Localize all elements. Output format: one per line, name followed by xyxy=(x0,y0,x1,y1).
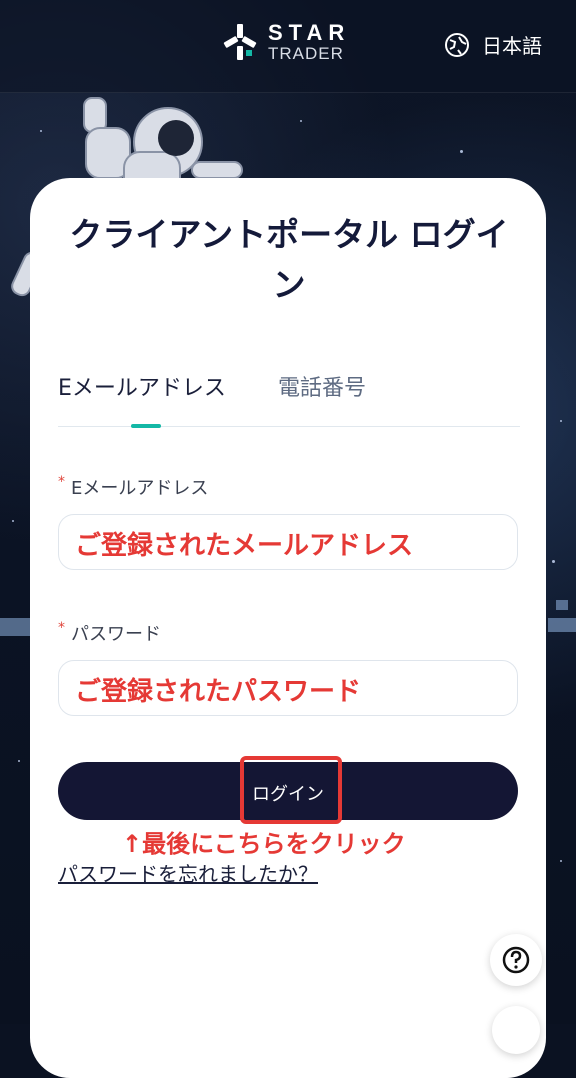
active-tab-indicator xyxy=(131,424,161,428)
password-field-label: * パスワード xyxy=(58,620,161,646)
brand-name-line2: TRADER xyxy=(268,44,344,63)
star xyxy=(300,120,302,122)
pixel-decoration xyxy=(0,618,30,636)
star xyxy=(18,760,20,762)
star xyxy=(460,150,463,153)
question-icon xyxy=(502,946,530,974)
logo-mark-icon xyxy=(223,24,257,60)
tab-phone[interactable]: 電話番号 xyxy=(278,370,366,402)
globe-icon xyxy=(445,32,469,57)
password-field[interactable]: ご登録されたパスワード xyxy=(58,660,518,716)
pixel-decoration xyxy=(548,618,576,632)
login-method-tabs: Eメールアドレス 電話番号 xyxy=(58,370,520,428)
brand-name-line1: STAR xyxy=(268,20,351,45)
required-mark: * xyxy=(58,620,65,636)
email-field-value: ご登録されたメールアドレス xyxy=(75,531,414,561)
password-label-text: パスワード xyxy=(71,624,161,645)
pixel-decoration xyxy=(556,600,568,610)
email-field[interactable]: ご登録されたメールアドレス xyxy=(58,514,518,570)
secondary-floating-button[interactable] xyxy=(492,1006,540,1054)
required-mark: * xyxy=(58,474,65,490)
star xyxy=(12,520,14,522)
page-title: クライアントポータル ログイン xyxy=(69,215,509,304)
login-card: クライアントポータル ログイン Eメールアドレス 電話番号 * Eメールアドレス … xyxy=(30,178,546,1078)
email-label-text: Eメールアドレス xyxy=(71,478,209,499)
star xyxy=(552,560,555,563)
highlight-box xyxy=(240,756,342,824)
click-annotation: ↑最後にこちらをクリック xyxy=(122,830,406,858)
star xyxy=(560,860,562,862)
star xyxy=(560,420,562,422)
tab-email[interactable]: Eメールアドレス xyxy=(58,370,226,402)
language-selector[interactable]: 日本語 xyxy=(444,30,542,59)
top-header: STAR TRADER 日本語 xyxy=(0,0,576,93)
language-label: 日本語 xyxy=(482,34,542,58)
forgot-password-link[interactable]: パスワードを忘れましたか？ xyxy=(58,858,318,887)
star-trader-logo[interactable]: STAR TRADER xyxy=(222,20,362,68)
email-field-label: * Eメールアドレス xyxy=(58,474,208,500)
password-field-value: ご登録されたパスワード xyxy=(75,677,362,707)
help-button[interactable] xyxy=(490,934,542,986)
